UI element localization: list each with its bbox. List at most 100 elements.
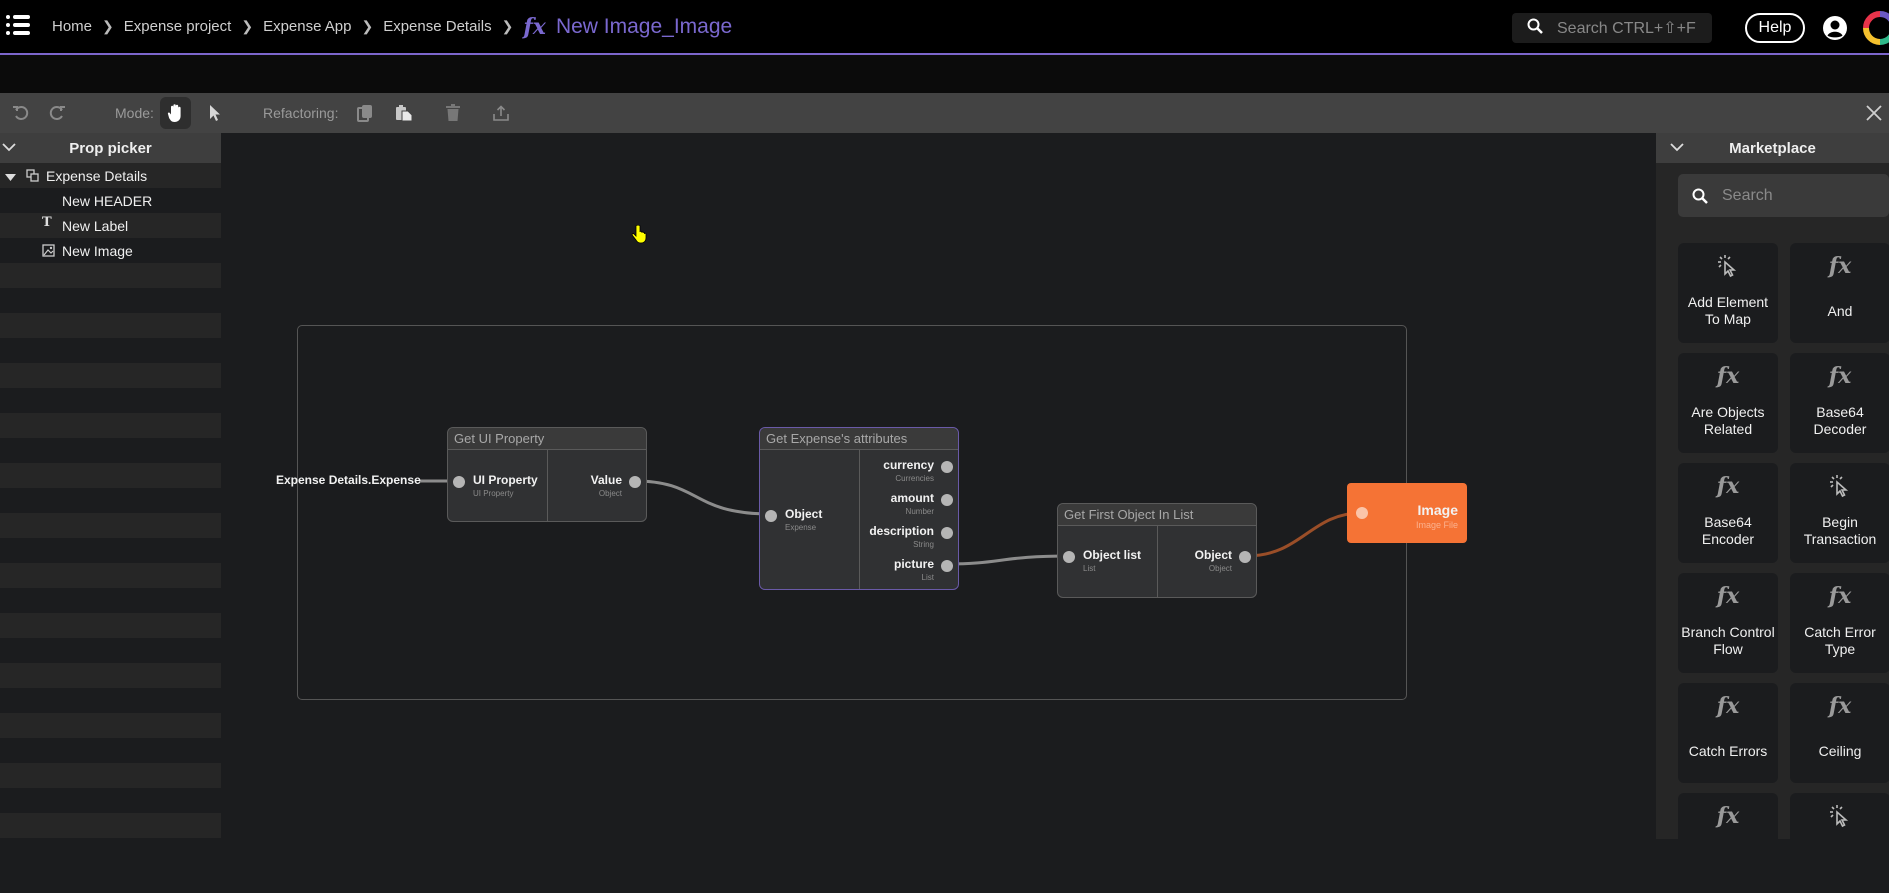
node-get-first-object-in-list[interactable]: Get First Object In List Object list Lis… xyxy=(1057,503,1257,598)
marketplace-card-are-objects-related[interactable]: fx Are Objects Related xyxy=(1678,353,1778,453)
redo-icon[interactable] xyxy=(44,93,70,133)
sub-header-bar xyxy=(0,55,1889,93)
refactoring-label: Refactoring: xyxy=(263,105,339,121)
marketplace-card-ceiling[interactable]: fx Ceiling xyxy=(1790,683,1889,783)
close-icon[interactable] xyxy=(1862,93,1886,133)
logic-canvas[interactable]: Expense Details.Expense Get UI Property … xyxy=(221,133,1656,839)
marketplace-card-base64-encoder[interactable]: fx Base64 Encoder xyxy=(1678,463,1778,563)
marketplace-header[interactable]: Marketplace xyxy=(1656,133,1889,163)
marketplace-search-placeholder: Search xyxy=(1722,186,1773,204)
fx-icon: fx xyxy=(1828,253,1852,279)
output-node-image[interactable]: Image Image File xyxy=(1347,483,1467,543)
fx-icon: fx xyxy=(1716,803,1740,829)
prop-picker-header[interactable]: Prop picker xyxy=(0,133,221,163)
port-label: UI Property xyxy=(473,473,538,487)
marketplace-card-label: Catch Errors xyxy=(1688,742,1768,759)
breadcrumb-expense-project[interactable]: Expense project xyxy=(124,18,232,35)
port-type: Currencies xyxy=(895,474,934,483)
copy-icon[interactable] xyxy=(354,93,376,133)
output-port-description[interactable] xyxy=(941,527,953,539)
marketplace-card-label: Catch Error Type xyxy=(1804,624,1876,657)
breadcrumb-expense-app[interactable]: Expense App xyxy=(263,18,351,35)
user-account-icon[interactable] xyxy=(1822,15,1848,41)
port-type: Object xyxy=(1208,564,1232,573)
marketplace-card-item[interactable] xyxy=(1790,793,1889,893)
breadcrumb-expense-details[interactable]: Expense Details xyxy=(383,18,491,35)
fx-icon: fx xyxy=(523,13,546,40)
input-port-image[interactable] xyxy=(1356,507,1368,519)
pointer-click-icon xyxy=(1678,251,1778,281)
tree-item-expense-details[interactable]: Expense Details xyxy=(0,163,221,188)
node-divider xyxy=(547,450,548,521)
node-divider xyxy=(1157,526,1158,597)
empty-row xyxy=(0,613,221,638)
output-port-currency[interactable] xyxy=(941,461,953,473)
output-port-picture[interactable] xyxy=(941,560,953,572)
port-label: Value xyxy=(590,473,622,487)
help-button[interactable]: Help xyxy=(1745,13,1805,43)
paste-icon[interactable] xyxy=(393,93,415,133)
input-source-label: Expense Details.Expense xyxy=(276,473,421,487)
tree-item-new-label[interactable]: T New Label xyxy=(0,213,221,238)
input-port-ui-property[interactable] xyxy=(453,476,465,488)
marketplace-card-branch-control-flow[interactable]: fx Branch Control Flow xyxy=(1678,573,1778,673)
image-icon xyxy=(42,244,55,260)
page-title: New Image_Image xyxy=(555,14,733,38)
empty-row xyxy=(0,338,221,363)
marketplace-card-catch-error-type[interactable]: fx Catch Error Type xyxy=(1790,573,1889,673)
empty-row xyxy=(0,563,221,588)
input-port-object[interactable] xyxy=(765,510,777,522)
node-divider xyxy=(859,450,860,589)
port-type: Image File xyxy=(1415,520,1458,530)
input-port-object-list[interactable] xyxy=(1063,551,1075,563)
chevron-down-icon[interactable] xyxy=(2,140,16,158)
marketplace-card-label: Base64 Encoder xyxy=(1701,514,1755,547)
port-type: Number xyxy=(905,507,934,516)
marketplace-card-item[interactable]: fx xyxy=(1678,793,1778,893)
fx-icon: fx xyxy=(1716,473,1740,499)
pointer-select-icon[interactable] xyxy=(203,93,227,133)
port-label: description xyxy=(869,524,934,538)
node-get-ui-property[interactable]: Get UI Property UI Property UI Property … xyxy=(447,427,647,522)
marketplace-card-label: Are Objects Related xyxy=(1691,404,1765,437)
global-search-input[interactable]: Search CTRL+⇧+F xyxy=(1512,13,1712,43)
fx-icon: fx xyxy=(1716,363,1740,389)
marketplace-card-catch-errors[interactable]: fx Catch Errors xyxy=(1678,683,1778,783)
marketplace-card-label xyxy=(1792,839,1888,883)
tree-item-new-header[interactable]: New HEADER xyxy=(0,188,221,213)
export-icon[interactable] xyxy=(490,93,512,133)
chevron-right-icon: ❯ xyxy=(102,18,114,34)
fx-icon: fx xyxy=(1828,693,1852,719)
prop-picker-panel: Prop picker Expense Details New HEADER T… xyxy=(0,133,221,863)
empty-row xyxy=(0,763,221,788)
empty-row xyxy=(0,813,221,838)
marketplace-card-add-element-to-map[interactable]: Add Element To Map xyxy=(1678,243,1778,343)
node-title: Get Expense's attributes xyxy=(760,428,958,450)
hand-pan-icon[interactable] xyxy=(160,93,191,133)
undo-icon[interactable] xyxy=(8,93,34,133)
delete-icon[interactable] xyxy=(442,93,464,133)
output-port-value[interactable] xyxy=(629,476,641,488)
output-port-amount[interactable] xyxy=(941,494,953,506)
empty-row xyxy=(0,288,221,313)
marketplace-card-base64-decoder[interactable]: fx Base64 Decoder xyxy=(1790,353,1889,453)
node-title: Get First Object In List xyxy=(1058,504,1256,526)
marketplace-panel: Marketplace Search Add Element To Map fx A… xyxy=(1656,133,1889,893)
marketplace-card-and[interactable]: fx And xyxy=(1790,243,1889,343)
caret-down-icon[interactable] xyxy=(5,170,16,186)
marketplace-card-label: Branch Control Flow xyxy=(1681,624,1775,657)
empty-row xyxy=(0,713,221,738)
output-port-object[interactable] xyxy=(1239,551,1251,563)
port-type: List xyxy=(1083,564,1096,573)
node-get-expense-attributes[interactable]: Get Expense's attributes Object Expense … xyxy=(759,427,959,590)
tree-item-new-image[interactable]: New Image xyxy=(0,238,221,263)
marketplace-search-input[interactable]: Search xyxy=(1678,174,1889,217)
empty-row xyxy=(0,263,221,288)
port-type: Expense xyxy=(785,523,817,532)
marketplace-card-begin-transaction[interactable]: Begin Transaction xyxy=(1790,463,1889,563)
breadcrumb-home[interactable]: Home xyxy=(52,18,92,35)
tree-item-label: New Label xyxy=(62,217,129,234)
chevron-down-icon[interactable] xyxy=(1670,140,1684,158)
menu-icon[interactable] xyxy=(6,14,30,36)
prop-picker-title: Prop picker xyxy=(69,139,152,157)
